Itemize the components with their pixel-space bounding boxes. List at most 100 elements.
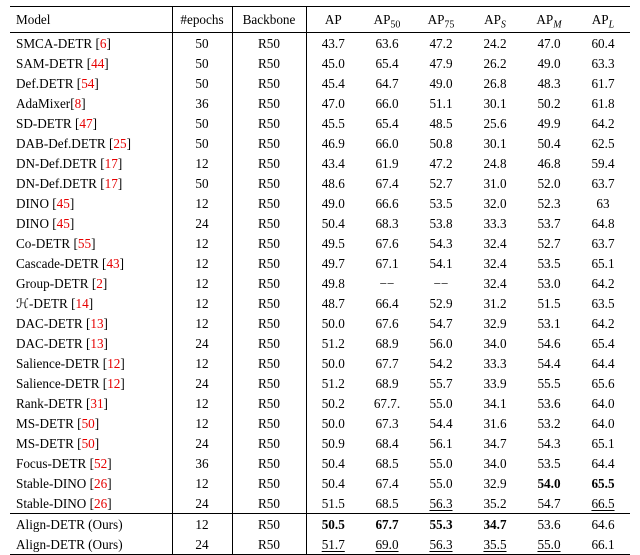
metric-cell: 53.6 [522,514,576,535]
citation-link[interactable]: 13 [90,316,103,331]
metric-cell: 33.9 [468,373,522,393]
metric-cell: 52.9 [414,293,468,313]
citation-link[interactable]: 45 [57,196,70,211]
metric-cell: 66.6 [360,193,414,213]
citation-link[interactable]: 17 [105,156,118,171]
citation-link[interactable]: 26 [94,476,107,491]
model-cell: Salience-DETR [12] [10,373,172,393]
model-cell: SAM-DETR [44] [10,53,172,73]
metric-cell: 50.0 [306,313,360,333]
metric-cell: 59.4 [576,153,630,173]
model-cell: Group-DETR [2] [10,273,172,293]
table-row: Cascade-DETR [43]12R5049.767.154.132.453… [10,253,630,273]
backbone-cell: R50 [232,253,306,273]
model-cell: Cascade-DETR [43] [10,253,172,273]
epochs-cell: 12 [172,413,232,433]
epochs-cell: 12 [172,273,232,293]
citation-link[interactable]: 50 [82,416,95,431]
metric-cell: 47.0 [306,93,360,113]
citation-link[interactable]: 14 [76,296,89,311]
metric-cell: 61.9 [360,153,414,173]
citation-link[interactable]: 17 [105,176,118,191]
epochs-cell: 24 [172,373,232,393]
metric-cell: 50.0 [306,413,360,433]
metric-cell: 63.5 [576,293,630,313]
metric-cell: 24.2 [468,33,522,54]
metric-cell: 67.6 [360,313,414,333]
metric-cell: 50.2 [306,393,360,413]
metric-cell: 35.2 [468,493,522,514]
citation-link[interactable]: 55 [78,236,91,251]
metric-cell: 51.1 [414,93,468,113]
table-row: Align-DETR (Ours)24R5051.769.056.335.555… [10,534,630,555]
backbone-cell: R50 [232,113,306,133]
metric-cell: 64.4 [576,453,630,473]
metric-cell: 47.2 [414,33,468,54]
citation-link[interactable]: 25 [113,136,126,151]
model-cell: SMCA-DETR [6] [10,33,172,54]
citation-link[interactable]: 50 [82,436,95,451]
metric-cell: 50.8 [414,133,468,153]
metric-cell: 64.2 [576,313,630,333]
citation-link[interactable]: 13 [90,336,103,351]
col-backbone: Backbone [232,7,306,33]
metric-cell: 65.1 [576,433,630,453]
citation-link[interactable]: 45 [57,216,70,231]
metric-cell: 51.5 [306,493,360,514]
citation-link[interactable]: 2 [96,276,103,291]
citation-link[interactable]: 31 [90,396,103,411]
metric-cell: −− [414,273,468,293]
epochs-cell: 50 [172,53,232,73]
metric-cell: 60.4 [576,33,630,54]
citation-link[interactable]: 6 [100,36,107,51]
epochs-cell: 12 [172,514,232,535]
citation-link[interactable]: 12 [107,356,120,371]
col-aps: APS [468,7,522,33]
metric-cell: 34.0 [468,453,522,473]
metric-cell: 30.1 [468,93,522,113]
citation-link[interactable]: 26 [94,496,107,511]
metric-cell: 68.5 [360,493,414,514]
table-row: DN-Def.DETR [17]50R5048.667.452.731.052.… [10,173,630,193]
table-row: Stable-DINO [26]24R5051.568.556.335.254.… [10,493,630,514]
backbone-cell: R50 [232,473,306,493]
metric-cell: 34.7 [468,433,522,453]
backbone-cell: R50 [232,293,306,313]
metric-cell: 64.6 [576,514,630,535]
metric-cell: 53.2 [522,413,576,433]
metric-cell: 34.1 [468,393,522,413]
metric-cell: 54.1 [414,253,468,273]
epochs-cell: 12 [172,313,232,333]
metric-cell: 69.0 [360,534,414,555]
metric-cell: 68.5 [360,453,414,473]
metric-cell: 68.3 [360,213,414,233]
epochs-cell: 36 [172,93,232,113]
model-cell: SD-DETR [47] [10,113,172,133]
epochs-cell: 12 [172,473,232,493]
table-row: DINO [45]24R5050.468.353.833.353.764.8 [10,213,630,233]
backbone-cell: R50 [232,413,306,433]
citation-link[interactable]: 43 [106,256,119,271]
epochs-cell: 24 [172,213,232,233]
citation-link[interactable]: 8 [75,96,82,111]
metric-cell: 52.0 [522,173,576,193]
metric-cell: 54.4 [522,353,576,373]
metric-cell: 32.9 [468,473,522,493]
metric-cell: 33.3 [468,353,522,373]
metric-cell: 65.1 [576,253,630,273]
citation-link[interactable]: 47 [79,116,92,131]
col-ap75: AP75 [414,7,468,33]
citation-link[interactable]: 54 [81,76,94,91]
citation-link[interactable]: 52 [94,456,107,471]
metric-cell: 31.0 [468,173,522,193]
metric-cell: 53.5 [414,193,468,213]
backbone-cell: R50 [232,393,306,413]
metric-cell: 61.8 [576,93,630,113]
citation-link[interactable]: 44 [91,56,104,71]
citation-link[interactable]: 12 [107,376,120,391]
model-cell: DN-Def.DETR [17] [10,173,172,193]
model-cell: MS-DETR [50] [10,413,172,433]
metric-cell: 68.4 [360,433,414,453]
metric-cell: 66.0 [360,133,414,153]
table-row: SAM-DETR [44]50R5045.065.447.926.249.063… [10,53,630,73]
